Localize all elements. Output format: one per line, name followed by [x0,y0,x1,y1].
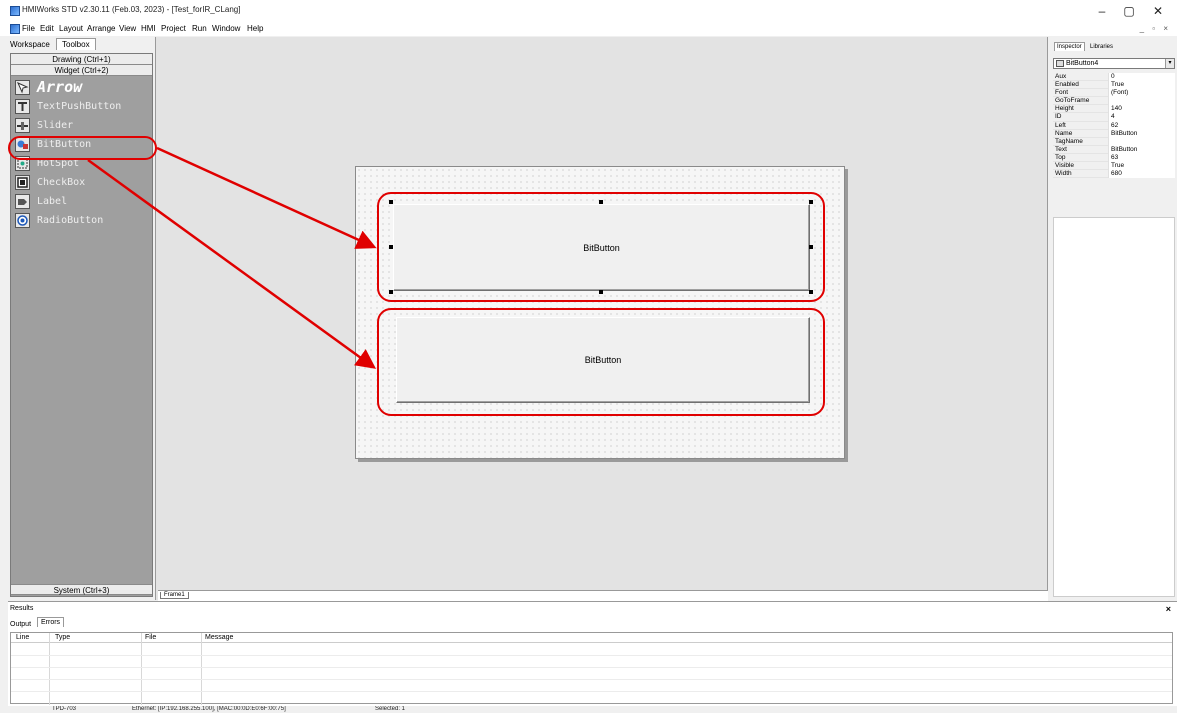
column-file[interactable]: File [145,634,156,641]
row-divider [11,679,1172,680]
property-value[interactable]: 680 [1108,170,1175,179]
property-value[interactable] [1108,97,1175,106]
column-divider [49,633,50,705]
property-value[interactable]: 0 [1108,73,1175,82]
property-name: Name [1055,129,1073,137]
row-divider [11,691,1172,692]
property-row[interactable]: ID 4 [1053,113,1175,122]
property-name: Top [1055,153,1066,161]
property-name: Text [1055,145,1067,153]
property-row[interactable]: Name BitButton [1053,129,1175,138]
property-value[interactable]: 4 [1108,113,1175,122]
inspector-panel: Inspector Libraries BitButton4 ▾ Aux 0 En… [1049,37,1177,600]
tab-libraries[interactable]: Libraries [1090,44,1113,50]
property-value[interactable]: 62 [1108,121,1175,130]
property-row[interactable]: TagName [1053,137,1175,146]
arrow-to-bitbutton-1 [156,146,377,249]
tab-errors[interactable]: Errors [37,617,65,627]
inspector-empty-area [1053,217,1175,597]
status-selected: Selected: 1 [375,706,406,712]
property-name: Width [1055,170,1072,178]
property-row[interactable]: Enabled True [1053,81,1175,90]
row-divider [11,655,1172,656]
property-row[interactable]: Visible True [1053,162,1175,171]
property-row[interactable]: Top 63 [1053,153,1175,163]
property-row[interactable]: Font (Font) [1053,89,1175,98]
results-panel: Results × Output Errors Line Type File M… [8,601,1177,706]
column-type[interactable]: Type [55,634,70,641]
status-device: TPD-703 [52,706,77,712]
object-selector[interactable]: BitButton4 ▾ [1053,58,1175,69]
property-value[interactable]: 63 [1108,153,1175,163]
status-bar: TPD-703 Ethernet: [IP:192.168.255.100], … [0,706,1177,713]
property-row[interactable]: Height 140 [1053,105,1175,114]
property-name: Height [1055,105,1074,113]
property-grid: Aux 0 Enabled True Font (Font) GoToFrame He… [1053,73,1175,179]
errors-table[interactable]: Line Type File Message [10,632,1173,705]
property-value[interactable]: (Font) [1108,89,1175,98]
property-name: ID [1055,113,1062,121]
property-value[interactable]: BitButton [1108,145,1175,154]
results-title: Results [10,605,34,612]
chevron-down-icon[interactable]: ▾ [1165,59,1174,68]
property-value[interactable]: True [1108,81,1175,90]
property-name: Font [1055,89,1069,97]
property-name: TagName [1055,137,1083,145]
tab-output[interactable]: Output [10,621,31,628]
property-row[interactable]: Aux 0 [1053,73,1175,82]
property-row[interactable]: Width 680 [1053,170,1175,179]
property-value[interactable]: 140 [1108,105,1175,114]
property-value[interactable]: BitButton [1108,129,1175,138]
selected-object: BitButton4 [1066,60,1099,67]
property-row[interactable]: GoToFrame [1053,97,1175,106]
column-line[interactable]: Line [16,634,29,641]
column-divider [201,633,202,705]
property-name: Left [1055,121,1066,129]
property-name: Aux [1055,73,1067,80]
property-value[interactable]: True [1108,162,1175,171]
column-message[interactable]: Message [205,634,233,641]
status-connection: Ethernet: [IP:192.168.255.100], [MAC:00:… [132,706,286,712]
property-name: GoToFrame [1055,97,1090,105]
bit-button-icon [1056,60,1064,67]
property-value[interactable] [1108,137,1175,146]
tab-inspector[interactable]: Inspector [1054,42,1085,51]
property-row[interactable]: Text BitButton [1053,145,1175,154]
property-row[interactable]: Left 62 [1053,121,1175,130]
property-name: Enabled [1055,81,1079,89]
close-icon[interactable]: × [1166,604,1171,614]
column-divider [141,633,142,705]
table-header [11,633,1172,643]
row-divider [11,667,1172,668]
arrow-to-bitbutton-2 [87,158,377,369]
property-name: Visible [1055,162,1075,170]
